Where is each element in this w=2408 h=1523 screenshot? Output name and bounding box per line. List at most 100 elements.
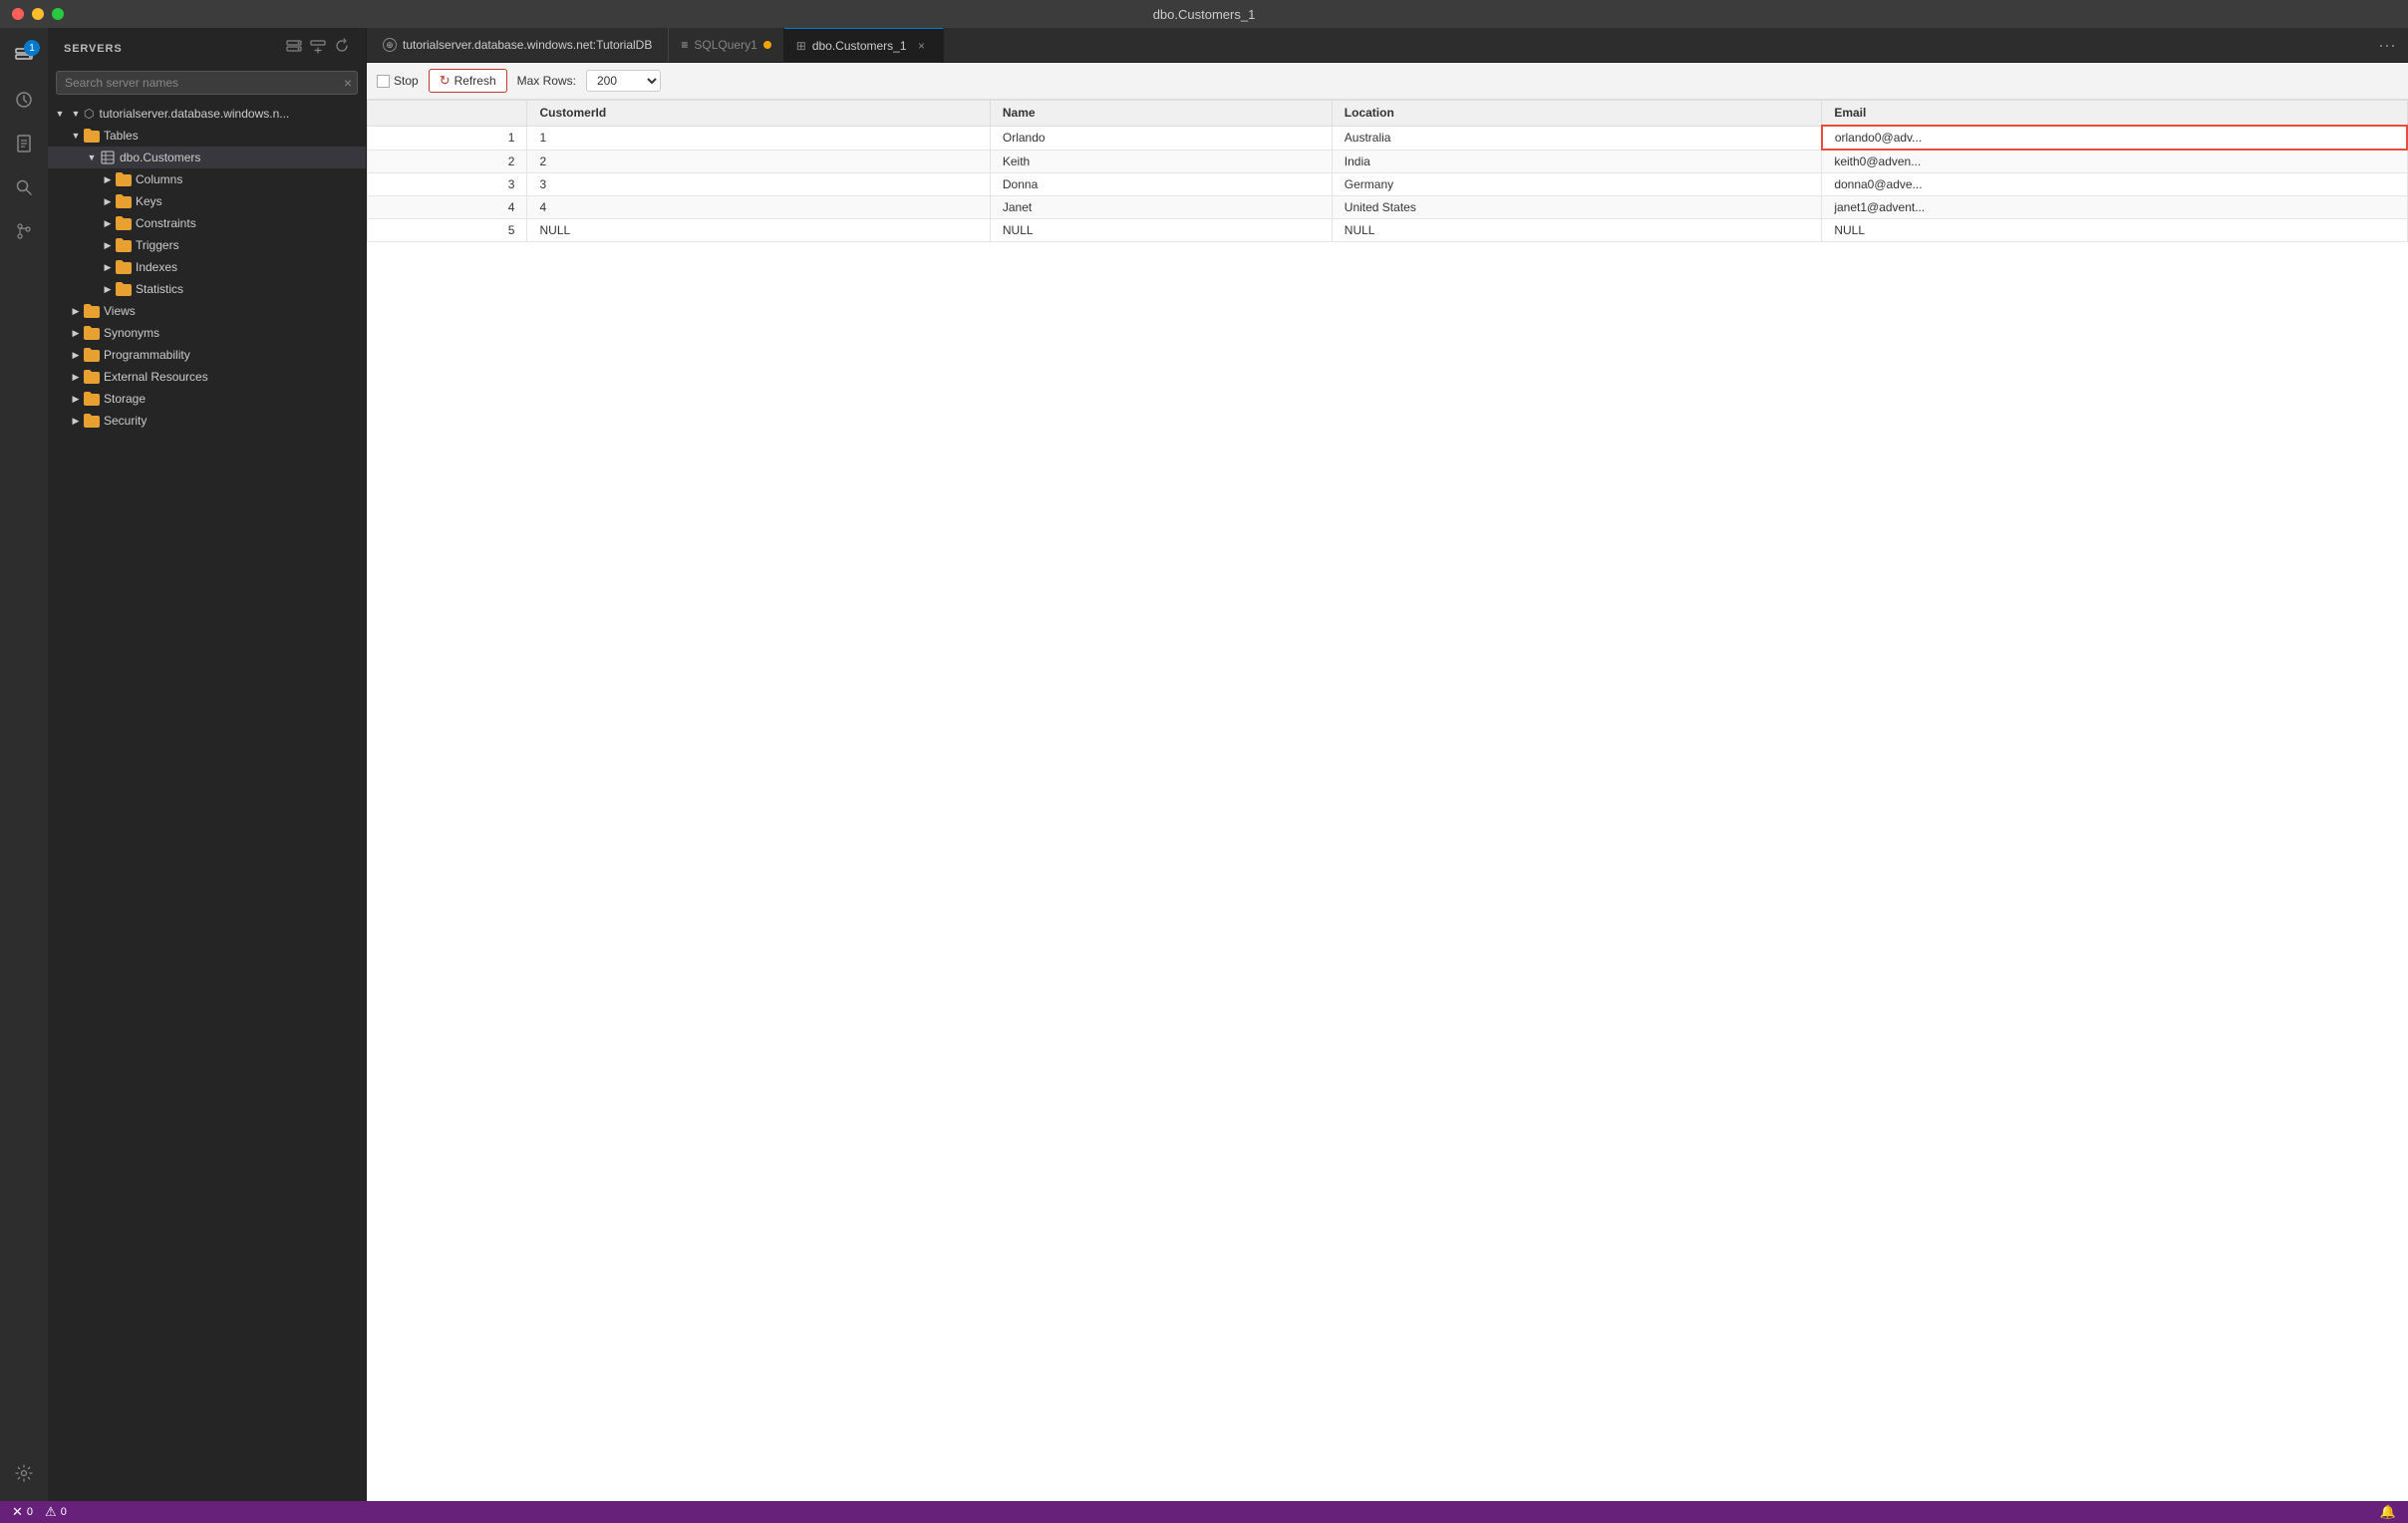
data-table: CustomerId Name Location Email 1 1 Orlan… — [367, 100, 2408, 242]
query-icon: ≡ — [681, 38, 688, 52]
stop-control: Stop — [377, 74, 419, 88]
external-resources-expand-arrow[interactable] — [68, 369, 84, 385]
sidebar: SERVERS — [48, 28, 367, 1501]
traffic-lights — [12, 8, 64, 20]
table-row: 4 4 Janet United States janet1@advent... — [368, 196, 2408, 219]
maximize-button[interactable] — [52, 8, 64, 20]
sqlquery-tab-label: SQLQuery1 — [694, 38, 756, 52]
tree-item-tables[interactable]: Tables — [48, 125, 366, 147]
app-body: 1 — [0, 28, 2408, 1501]
activity-settings[interactable] — [4, 1453, 44, 1493]
search-clear-icon[interactable]: × — [344, 75, 352, 91]
tree-item-external-resources[interactable]: External Resources — [48, 366, 366, 388]
max-rows-select[interactable]: 200 500 1000 5000 — [586, 70, 661, 92]
columns-expand-arrow[interactable] — [100, 171, 116, 187]
minimize-button[interactable] — [32, 8, 44, 20]
server-expand-arrow2[interactable] — [68, 106, 84, 122]
more-tabs-button[interactable]: ··· — [2366, 35, 2408, 56]
security-expand-arrow[interactable] — [68, 413, 84, 429]
constraints-expand-arrow[interactable] — [100, 215, 116, 231]
tree-item-constraints[interactable]: Constraints — [48, 212, 366, 234]
col-header-location: Location — [1332, 101, 1822, 127]
data-table-container[interactable]: CustomerId Name Location Email 1 1 Orlan… — [367, 100, 2408, 1501]
external-resources-label: External Resources — [104, 370, 208, 384]
tree-item-statistics[interactable]: Statistics — [48, 278, 366, 300]
storage-label: Storage — [104, 392, 146, 406]
synonyms-label: Synonyms — [104, 326, 159, 340]
activity-servers[interactable]: 1 — [4, 36, 44, 76]
table-row: 3 3 Donna Germany donna0@adve... — [368, 173, 2408, 196]
keys-label: Keys — [136, 194, 162, 208]
row-1-name: Orlando — [990, 126, 1332, 150]
row-5-num: 5 — [368, 219, 527, 242]
columns-folder-icon — [116, 171, 132, 187]
row-2-num: 2 — [368, 150, 527, 173]
tree-item-security[interactable]: Security — [48, 410, 366, 432]
search-input[interactable] — [56, 71, 358, 95]
col-header-rownum — [368, 101, 527, 127]
activity-search[interactable] — [4, 167, 44, 207]
row-1-email[interactable]: orlando0@adv... — [1822, 126, 2407, 150]
activity-bar: 1 — [0, 28, 48, 1501]
synonyms-folder-icon — [84, 325, 100, 341]
tree-item-indexes[interactable]: Indexes — [48, 256, 366, 278]
views-label: Views — [104, 304, 136, 318]
activity-history[interactable] — [4, 80, 44, 120]
activity-git[interactable] — [4, 211, 44, 251]
sidebar-title: SERVERS — [64, 43, 123, 55]
tables-expand-arrow[interactable] — [68, 128, 84, 144]
server-icon: ⬡ — [84, 107, 94, 121]
warning-count: 0 — [61, 1506, 67, 1518]
add-server-icon[interactable] — [310, 38, 326, 59]
close-customers-tab[interactable]: × — [913, 37, 931, 55]
tab-server[interactable]: ⊕ tutorialserver.database.windows.net:Tu… — [367, 28, 669, 62]
tree-item-columns[interactable]: Columns — [48, 168, 366, 190]
stop-checkbox[interactable] — [377, 75, 390, 88]
indexes-expand-arrow[interactable] — [100, 259, 116, 275]
tables-label: Tables — [104, 129, 139, 143]
columns-label: Columns — [136, 172, 182, 186]
tab-customers[interactable]: ⊞ dbo.Customers_1 × — [784, 28, 944, 62]
synonyms-expand-arrow[interactable] — [68, 325, 84, 341]
refresh-button[interactable]: ↻ Refresh — [429, 69, 507, 93]
max-rows-label: Max Rows: — [517, 74, 576, 88]
tab-sqlquery[interactable]: ≡ SQLQuery1 — [669, 28, 783, 62]
dbo-customers-expand-arrow[interactable] — [84, 150, 100, 165]
row-3-email: donna0@adve... — [1822, 173, 2407, 196]
server-expand-arrow[interactable] — [52, 106, 68, 122]
storage-expand-arrow[interactable] — [68, 391, 84, 407]
refresh-label: Refresh — [454, 74, 496, 88]
close-button[interactable] — [12, 8, 24, 20]
table-row: 1 1 Orlando Australia orlando0@adv... — [368, 126, 2408, 150]
error-count: 0 — [27, 1506, 33, 1518]
search-container: × — [48, 67, 366, 103]
status-right: 🔔 — [2380, 1504, 2396, 1520]
status-errors: ✕ 0 ⚠ 0 — [12, 1504, 67, 1520]
row-4-email: janet1@advent... — [1822, 196, 2407, 219]
col-header-name: Name — [990, 101, 1332, 127]
row-3-customerid: 3 — [527, 173, 990, 196]
views-expand-arrow[interactable] — [68, 303, 84, 319]
titlebar: dbo.Customers_1 — [0, 0, 2408, 28]
table-row: 5 NULL NULL NULL NULL — [368, 219, 2408, 242]
constraints-folder-icon — [116, 215, 132, 231]
programmability-expand-arrow[interactable] — [68, 347, 84, 363]
keys-expand-arrow[interactable] — [100, 193, 116, 209]
statistics-expand-arrow[interactable] — [100, 281, 116, 297]
window-title: dbo.Customers_1 — [1153, 7, 1256, 22]
tree-item-dbo-customers[interactable]: dbo.Customers — [48, 147, 366, 168]
tree-item-triggers[interactable]: Triggers — [48, 234, 366, 256]
new-connection-icon[interactable] — [286, 38, 302, 59]
activity-notebooks[interactable] — [4, 124, 44, 163]
tree-item-synonyms[interactable]: Synonyms — [48, 322, 366, 344]
query-area: Stop ↻ Refresh Max Rows: 200 500 1000 50… — [367, 63, 2408, 1501]
tree-item-programmability[interactable]: Programmability — [48, 344, 366, 366]
tree-item-views[interactable]: Views — [48, 300, 366, 322]
programmability-label: Programmability — [104, 348, 190, 362]
triggers-expand-arrow[interactable] — [100, 237, 116, 253]
triggers-folder-icon — [116, 237, 132, 253]
tree-item-keys[interactable]: Keys — [48, 190, 366, 212]
tree-server[interactable]: ⬡ tutorialserver.database.windows.n... — [48, 103, 366, 125]
refresh-servers-icon[interactable] — [334, 38, 350, 59]
tree-item-storage[interactable]: Storage — [48, 388, 366, 410]
